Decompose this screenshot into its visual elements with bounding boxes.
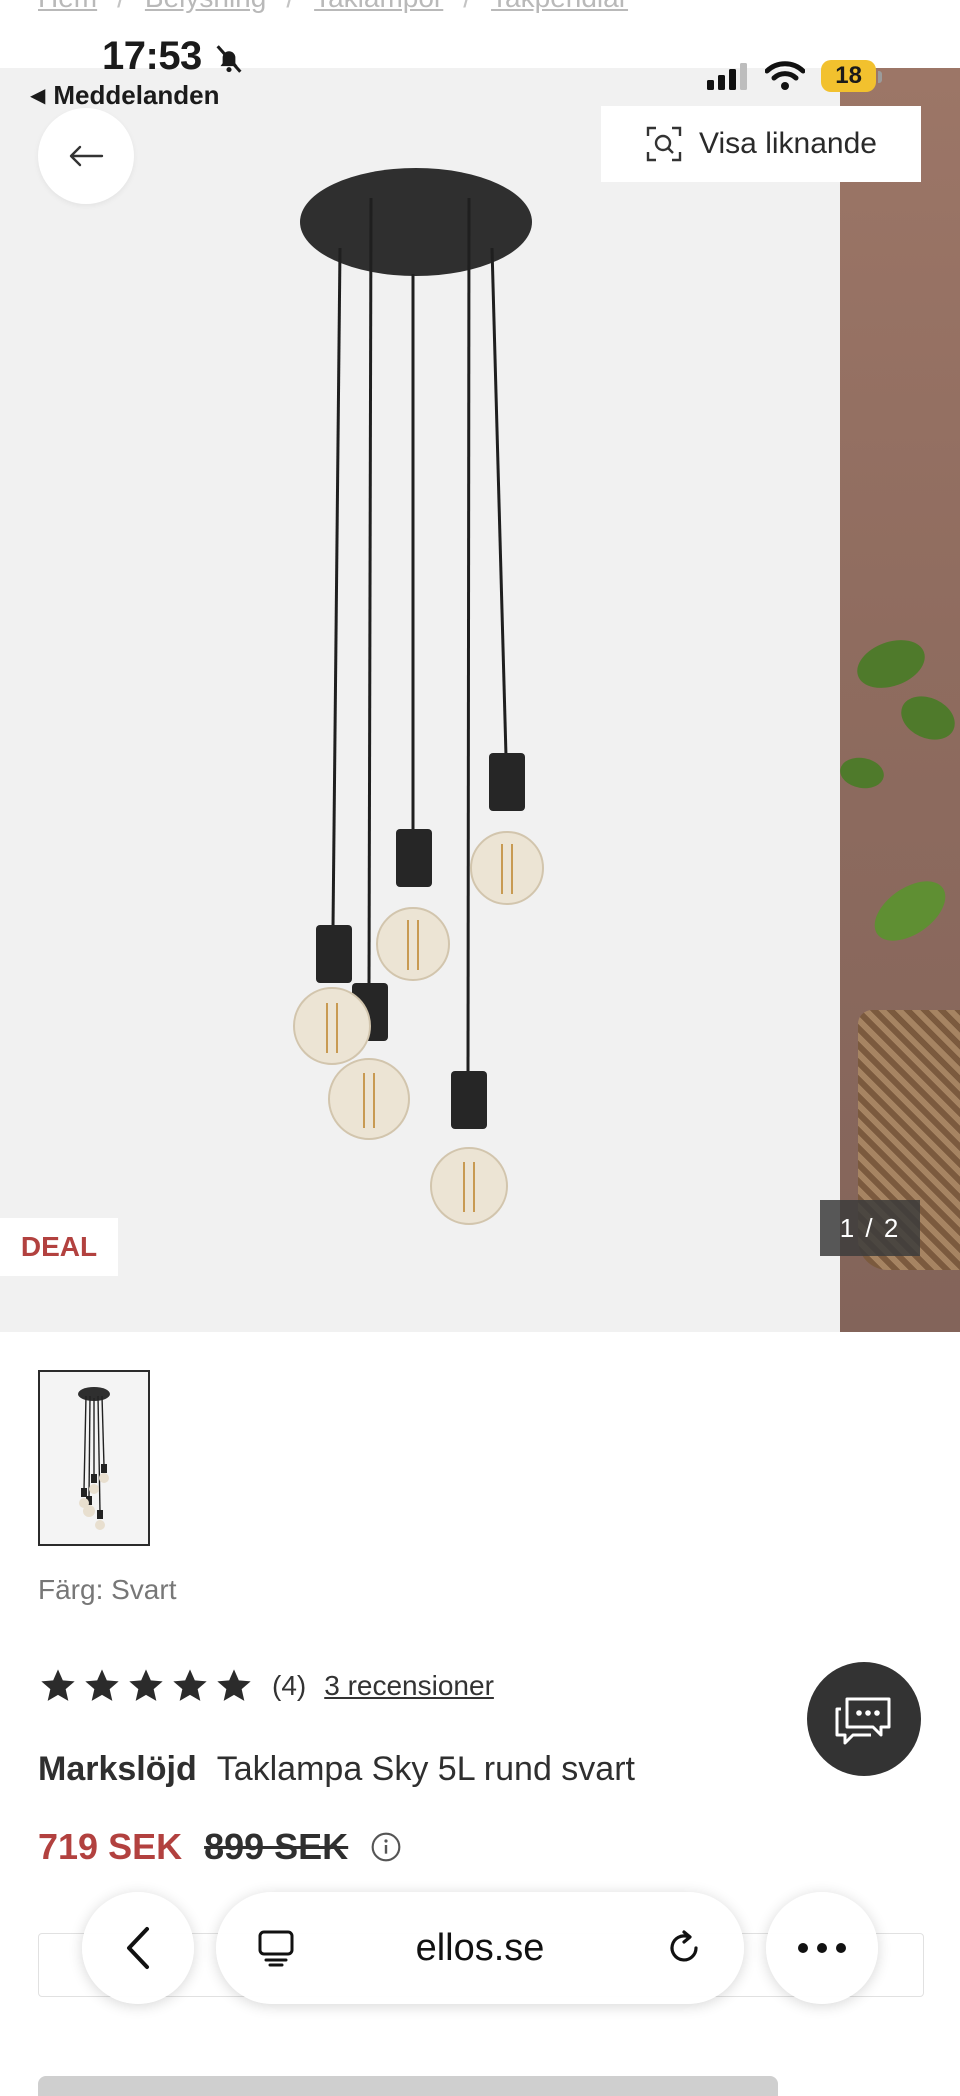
more-options-button[interactable]: [766, 1892, 878, 2004]
star-rating: [38, 1666, 254, 1706]
back-button[interactable]: [38, 108, 134, 204]
arrow-left-icon: [69, 145, 104, 167]
deal-badge: DEAL: [0, 1218, 118, 1276]
star-icon: [85, 1669, 119, 1701]
breadcrumb-pendants[interactable]: Takpendlar: [491, 0, 628, 14]
product-image-gallery[interactable]: [0, 68, 960, 1332]
product-brand[interactable]: Markslöjd: [38, 1750, 197, 1788]
image-counter: 1 / 2: [820, 1200, 920, 1256]
rating-row: (4) 3 recensioner: [38, 1666, 494, 1706]
show-similar-button[interactable]: Visa liknande: [601, 106, 921, 182]
star-icon: [173, 1669, 207, 1701]
url-text[interactable]: ellos.se: [416, 1927, 545, 1970]
product-name: Taklampa Sky 5L rund svart: [216, 1750, 635, 1788]
current-price: 719 SEK: [38, 1826, 183, 1867]
star-icon: [217, 1669, 251, 1701]
breadcrumb: Hem / Belysning / Taklampor / Takpendlar: [38, 0, 628, 14]
back-app-label: Meddelanden: [53, 80, 220, 110]
breadcrumb-separator: /: [117, 0, 125, 14]
price-row: 719 SEK 899 SEK: [38, 1826, 402, 1868]
thumbnail-image: [78, 1387, 110, 1530]
status-back-to-app[interactable]: ◀ Meddelanden: [30, 80, 220, 111]
star-icon: [129, 1669, 163, 1701]
product-image: [0, 68, 840, 1332]
breadcrumb-separator: /: [286, 0, 294, 14]
reviews-link[interactable]: 3 recensioner: [324, 1670, 494, 1702]
breadcrumb-separator: /: [463, 0, 471, 14]
status-time: 17:53: [102, 34, 202, 78]
thumbnail-1[interactable]: [38, 1370, 150, 1546]
browser-back-button[interactable]: [82, 1892, 194, 2004]
address-bar[interactable]: ellos.se: [216, 1892, 744, 2004]
wifi-icon: [765, 61, 806, 90]
info-icon[interactable]: [370, 1831, 402, 1863]
star-icon: [41, 1669, 75, 1701]
cellular-signal-icon: [707, 63, 748, 90]
breadcrumb-ceiling-lamps[interactable]: Taklampor: [314, 0, 443, 14]
reload-icon[interactable]: [664, 1928, 704, 1968]
mute-bell-icon: [216, 45, 242, 73]
breadcrumb-lighting[interactable]: Belysning: [145, 0, 266, 14]
product-title: Markslöjd Taklampa Sky 5L rund svart: [38, 1750, 635, 1789]
show-similar-label: Visa liknande: [699, 127, 877, 160]
chat-bubbles-icon: [835, 1697, 891, 1745]
chevron-left-icon: [127, 1927, 149, 1969]
chat-button[interactable]: [807, 1662, 921, 1776]
back-triangle-icon: ◀: [30, 85, 46, 107]
ellipsis-icon: [798, 1943, 846, 1953]
review-count: (4): [272, 1670, 307, 1701]
breadcrumb-home[interactable]: Hem: [38, 0, 97, 14]
visual-search-icon: [646, 126, 682, 162]
status-indicators: 18: [707, 60, 882, 92]
battery-indicator: 18: [821, 60, 882, 92]
color-label: Färg: Svart: [38, 1574, 177, 1605]
original-price: 899 SEK: [204, 1826, 349, 1867]
tab-overview-icon[interactable]: [256, 1928, 296, 1968]
obscured-button-strip: [38, 2076, 778, 2096]
